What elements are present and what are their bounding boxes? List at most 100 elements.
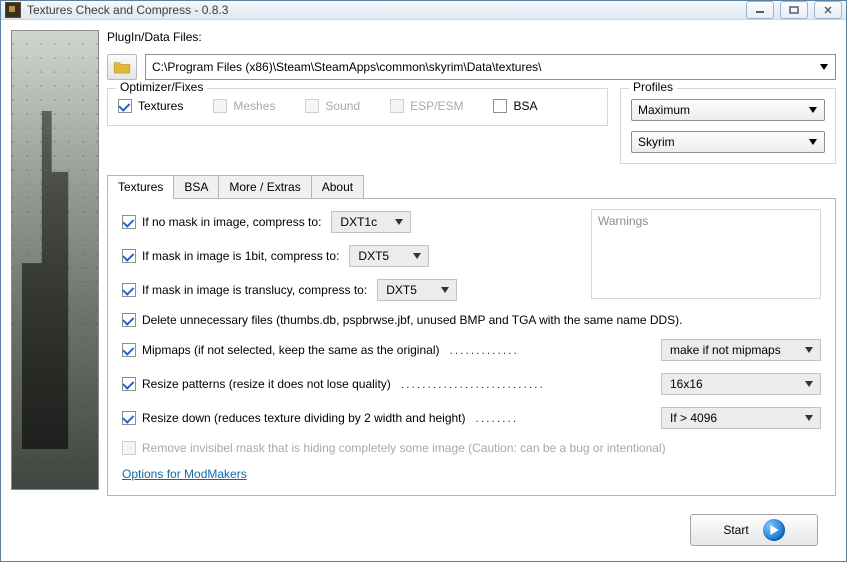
chevron-down-icon [392, 215, 406, 229]
tab-bar: Textures BSA More / Extras About [107, 174, 836, 198]
app-window: Textures Check and Compress - 0.8.3 Plug… [0, 0, 847, 562]
tab-more-extras[interactable]: More / Extras [218, 175, 311, 199]
checkbox-textures[interactable]: Textures [118, 99, 183, 113]
dotted-leader: ........ [476, 411, 519, 425]
checkbox-label: Sound [325, 99, 360, 113]
select-1bit-format[interactable]: DXT5 [349, 245, 429, 267]
checkbox-icon [305, 99, 319, 113]
minimize-button[interactable] [746, 1, 774, 19]
profile-game-combobox[interactable]: Skyrim [631, 131, 825, 153]
maximize-button[interactable] [780, 1, 808, 19]
checkbox-label: Meshes [233, 99, 275, 113]
path-value: C:\Program Files (x86)\Steam\SteamApps\c… [152, 60, 541, 74]
profile-preset-value: Maximum [638, 103, 690, 117]
checkbox-icon [122, 313, 136, 327]
sidebar-image [11, 30, 99, 490]
window-title: Textures Check and Compress - 0.8.3 [27, 3, 228, 17]
option-label: Remove invisibel mask that is hiding com… [142, 441, 666, 455]
chevron-down-icon [410, 249, 424, 263]
main-panel: PlugIn/Data Files: C:\Program Files (x86… [107, 30, 836, 562]
select-value: DXT5 [358, 249, 389, 263]
dotted-leader: ............. [449, 343, 518, 357]
chevron-down-icon [802, 343, 816, 357]
warnings-panel: Warnings [591, 209, 821, 299]
tab-textures[interactable]: Textures [107, 175, 174, 199]
checkbox-resize-patterns[interactable]: Resize patterns (resize it does not lose… [122, 377, 391, 391]
checkbox-mipmaps[interactable]: Mipmaps (if not selected, keep the same … [122, 343, 439, 357]
profiles-legend: Profiles [629, 80, 677, 94]
checkbox-label: ESP/ESM [410, 99, 463, 113]
checkbox-1bit-compress[interactable]: If mask in image is 1bit, compress to: [122, 249, 339, 263]
select-value: If > 4096 [670, 411, 717, 425]
checkbox-meshes: Meshes [213, 99, 275, 113]
chevron-down-icon [806, 103, 820, 117]
checkbox-label: BSA [513, 99, 537, 113]
checkbox-icon [122, 441, 136, 455]
select-translucy-format[interactable]: DXT5 [377, 279, 457, 301]
optimizer-legend: Optimizer/Fixes [116, 80, 207, 94]
link-options-modmakers[interactable]: Options for ModMakers [122, 467, 247, 481]
checkbox-icon [122, 283, 136, 297]
select-value: DXT5 [386, 283, 417, 297]
checkbox-icon [122, 377, 136, 391]
close-icon [823, 6, 833, 14]
close-button[interactable] [814, 1, 842, 19]
start-button[interactable]: Start [690, 514, 818, 546]
checkbox-icon [390, 99, 404, 113]
warnings-label: Warnings [598, 214, 648, 228]
path-combobox[interactable]: C:\Program Files (x86)\Steam\SteamApps\c… [145, 54, 836, 80]
dotted-leader: ........................... [401, 377, 545, 391]
optimizer-fieldset: Optimizer/Fixes Textures Meshes [107, 88, 608, 126]
select-nomask-format[interactable]: DXT1c [331, 211, 411, 233]
chevron-down-icon [438, 283, 452, 297]
checkbox-icon [118, 99, 132, 113]
start-button-label: Start [723, 523, 748, 537]
folder-icon [113, 60, 131, 74]
profile-preset-combobox[interactable]: Maximum [631, 99, 825, 121]
chevron-down-icon [806, 135, 820, 149]
play-icon [763, 519, 785, 541]
checkbox-icon [493, 99, 507, 113]
option-label: Resize down (reduces texture dividing by… [142, 411, 466, 425]
profile-game-value: Skyrim [638, 135, 675, 149]
app-icon [5, 2, 21, 18]
titlebar: Textures Check and Compress - 0.8.3 [1, 1, 846, 20]
checkbox-nomask-compress[interactable]: If no mask in image, compress to: [122, 215, 321, 229]
checkbox-icon [122, 343, 136, 357]
option-label: Delete unnecessary files (thumbs.db, psp… [142, 313, 683, 327]
chevron-down-icon [802, 411, 816, 425]
option-label: Resize patterns (resize it does not lose… [142, 377, 391, 391]
chevron-down-icon [802, 377, 816, 391]
checkbox-icon [122, 215, 136, 229]
minimize-icon [755, 6, 765, 14]
footer: Start [107, 504, 836, 562]
profiles-fieldset: Profiles Maximum Skyrim [620, 88, 836, 164]
checkbox-espesm: ESP/ESM [390, 99, 463, 113]
select-value: make if not mipmaps [670, 343, 781, 357]
select-resize-threshold[interactable]: If > 4096 [661, 407, 821, 429]
select-pattern-size[interactable]: 16x16 [661, 373, 821, 395]
option-label: Mipmaps (if not selected, keep the same … [142, 343, 439, 357]
checkbox-delete-unnecessary[interactable]: Delete unnecessary files (thumbs.db, psp… [122, 313, 683, 327]
window-buttons [746, 1, 842, 19]
checkbox-remove-invisible-mask: Remove invisibel mask that is hiding com… [122, 441, 666, 455]
select-mipmaps-mode[interactable]: make if not mipmaps [661, 339, 821, 361]
checkbox-resize-down[interactable]: Resize down (reduces texture dividing by… [122, 411, 466, 425]
chevron-down-icon [817, 60, 831, 74]
checkbox-icon [122, 411, 136, 425]
checkbox-bsa[interactable]: BSA [493, 99, 537, 113]
checkbox-translucy-compress[interactable]: If mask in image is translucy, compress … [122, 283, 367, 297]
select-value: DXT1c [340, 215, 377, 229]
option-label: If no mask in image, compress to: [142, 215, 321, 229]
tab-about[interactable]: About [311, 175, 364, 199]
checkbox-icon [122, 249, 136, 263]
option-label: If mask in image is 1bit, compress to: [142, 249, 339, 263]
plugin-label: PlugIn/Data Files: [107, 30, 836, 44]
option-label: If mask in image is translucy, compress … [142, 283, 367, 297]
browse-folder-button[interactable] [107, 54, 137, 80]
checkbox-sound: Sound [305, 99, 360, 113]
tab-bsa[interactable]: BSA [173, 175, 219, 199]
tabpane-textures: Warnings If no mask in image, compress t… [107, 198, 836, 496]
client-area: PlugIn/Data Files: C:\Program Files (x86… [1, 20, 846, 572]
select-value: 16x16 [670, 377, 703, 391]
